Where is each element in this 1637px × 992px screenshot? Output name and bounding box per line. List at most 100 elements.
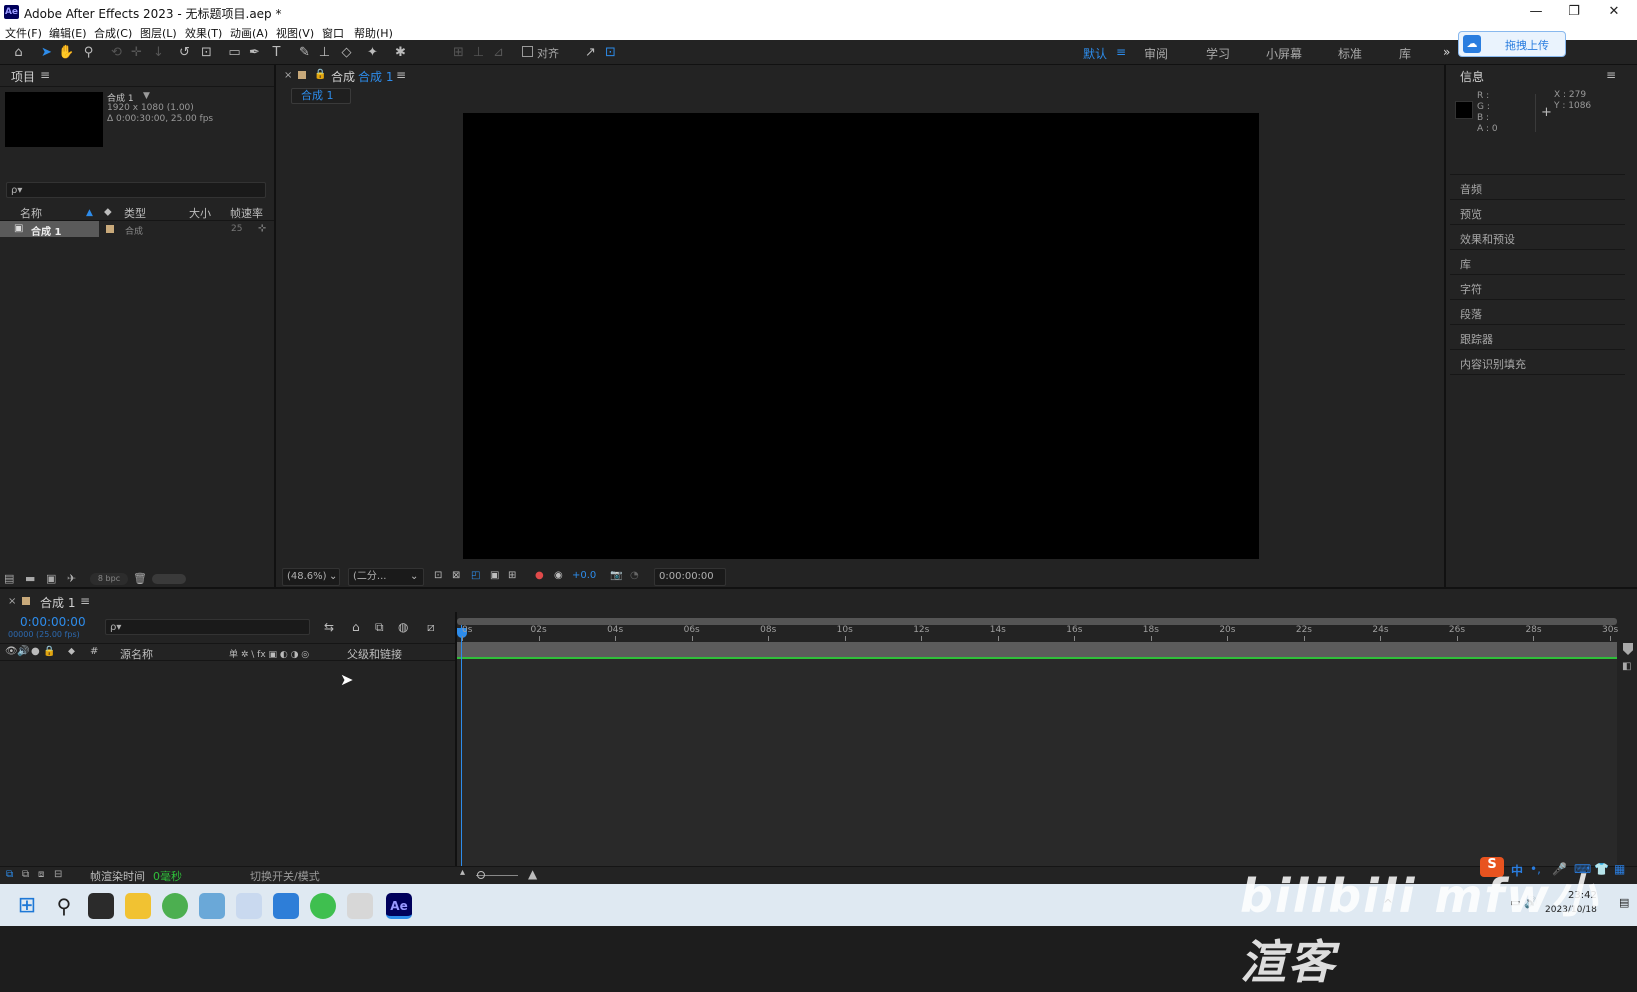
hand-tool-icon[interactable]: ✋ xyxy=(58,44,75,61)
comp-tab-prefix[interactable]: 合成 xyxy=(331,68,355,85)
region-of-interest-icon[interactable]: ▣ xyxy=(490,570,499,581)
interpret-footage-icon[interactable]: ▤ xyxy=(4,572,14,585)
color-management-icon[interactable]: ◉ xyxy=(554,570,563,581)
baidu-netdisk-icon[interactable] xyxy=(236,893,262,919)
transfer-controls-icon[interactable]: ⧉ xyxy=(22,869,29,880)
workspace-menu-icon[interactable]: ≡ xyxy=(1116,45,1126,59)
render-time-icon[interactable]: ⊟ xyxy=(54,869,62,880)
menu-effect[interactable]: 效果(T) xyxy=(185,25,222,41)
workspace-default[interactable]: 默认 xyxy=(1083,45,1107,62)
new-folder-icon[interactable]: ▬ xyxy=(25,572,35,585)
home-icon[interactable]: ⌂ xyxy=(10,44,27,61)
workspace-review[interactable]: 审阅 xyxy=(1144,45,1168,62)
snap-target-icon[interactable]: ⊡ xyxy=(602,44,619,61)
source-name-column[interactable]: 源名称 xyxy=(120,646,153,662)
roto-brush-icon[interactable]: ✦ xyxy=(364,44,381,61)
view-axis-icon[interactable]: ⊿ xyxy=(490,44,507,61)
maximize-icon[interactable]: ❐ xyxy=(1562,3,1586,21)
menu-view[interactable]: 视图(V) xyxy=(276,25,314,41)
motion-blur-icon[interactable]: ◍ xyxy=(398,620,408,634)
panel-effects-presets[interactable]: 效果和预设 xyxy=(1450,225,1625,250)
comp-panel-menu-icon[interactable]: ≡ xyxy=(396,68,406,82)
close-tab-icon[interactable]: × xyxy=(8,596,16,607)
menu-file[interactable]: 文件(F) xyxy=(5,25,42,41)
selection-tool-icon[interactable]: ➤ xyxy=(38,44,55,61)
minimize-icon[interactable]: — xyxy=(1524,3,1548,21)
project-panel-menu-icon[interactable]: ≡ xyxy=(40,68,50,82)
workspace-standard[interactable]: 标准 xyxy=(1338,45,1362,62)
lock-icon[interactable]: 🔒 xyxy=(314,69,326,80)
workspace-small-screen[interactable]: 小屏幕 xyxy=(1266,45,1302,62)
workspace-more-icon[interactable]: » xyxy=(1443,45,1450,59)
info-panel-title[interactable]: 信息 xyxy=(1460,68,1484,85)
menu-animation[interactable]: 动画(A) xyxy=(230,25,268,41)
exposure-value[interactable]: +0.0 xyxy=(572,570,596,581)
file-explorer-icon[interactable] xyxy=(125,893,151,919)
wechat-icon[interactable] xyxy=(310,893,336,919)
timeline-tab-name[interactable]: 合成 1 xyxy=(40,594,75,611)
puppet-pin-icon[interactable]: ✱ xyxy=(392,44,409,61)
panel-audio[interactable]: 音频 xyxy=(1450,175,1625,200)
panel-character[interactable]: 字符 xyxy=(1450,275,1625,300)
label-color-swatch[interactable] xyxy=(106,225,114,233)
layer-switches-icon[interactable]: ⧉ xyxy=(6,869,13,880)
project-comp-dropdown-icon[interactable]: ▼ xyxy=(143,91,150,101)
project-panel-title[interactable]: 项目 xyxy=(11,68,35,85)
color-channels-icon[interactable]: ● xyxy=(535,570,544,581)
in-out-icon[interactable]: ⧈ xyxy=(38,869,44,880)
render-queue-icon[interactable]: ✈ xyxy=(67,572,76,585)
composition-viewer[interactable] xyxy=(463,113,1259,559)
timeline-panel-menu-icon[interactable]: ≡ xyxy=(80,594,90,608)
pan-camera-icon[interactable]: ✛ xyxy=(128,44,145,61)
type-tool-icon[interactable]: T xyxy=(268,44,285,61)
work-area-bar[interactable] xyxy=(457,618,1617,625)
draft-3d-icon[interactable]: ⌂ xyxy=(352,620,360,634)
zoom-out-icon[interactable]: ▴ xyxy=(460,867,465,878)
new-comp-icon[interactable]: ▣ xyxy=(46,572,56,585)
grid-guides-icon[interactable]: ⊞ xyxy=(508,570,516,581)
project-col-type[interactable]: 类型 xyxy=(124,205,146,221)
panel-tracker[interactable]: 跟踪器 xyxy=(1450,325,1625,350)
project-search-input[interactable]: ρ▾ xyxy=(6,182,266,198)
snap-options-icon[interactable]: ↗ xyxy=(582,44,599,61)
project-col-size[interactable]: 大小 xyxy=(189,205,211,221)
rectangle-tool-icon[interactable]: ▭ xyxy=(226,44,243,61)
project-col-name[interactable]: 名称 xyxy=(20,205,42,221)
snap-checkbox[interactable] xyxy=(522,46,533,57)
search-icon[interactable]: ⚲ xyxy=(51,893,77,919)
anchor-tool-icon[interactable]: ⊡ xyxy=(198,44,215,61)
project-col-fps[interactable]: 帧速率 xyxy=(230,205,263,221)
show-snapshot-icon[interactable]: ◔ xyxy=(630,570,639,581)
project-row[interactable]: ▣ 合成 1 合成 25 ⊹ xyxy=(0,221,274,238)
label-tag-icon[interactable]: ⬥ xyxy=(104,205,112,219)
solo-icon[interactable]: ● xyxy=(31,646,40,657)
parent-link-column[interactable]: 父级和链接 xyxy=(347,646,402,662)
timeline-search-input[interactable]: ρ▾ xyxy=(105,619,310,635)
mask-visibility-icon[interactable]: ◰ xyxy=(471,570,480,581)
time-zoom-handle[interactable] xyxy=(477,871,485,879)
close-tab-icon[interactable]: × xyxy=(284,70,292,81)
switches-column[interactable]: 单 ✲ \ fx ▣ ◐ ◑ ◎ xyxy=(229,647,309,660)
comp-current-time[interactable]: 0:00:00:00 xyxy=(654,568,726,586)
transparency-grid-icon[interactable]: ⊠ xyxy=(452,570,460,581)
flowchart-icon[interactable]: ⊹ xyxy=(258,223,266,234)
frame-blending-icon[interactable]: ⧉ xyxy=(375,620,384,635)
after-effects-taskbar-icon[interactable]: Ae xyxy=(386,893,412,919)
fast-previews-icon[interactable]: ⊡ xyxy=(434,570,442,581)
drag-upload-button[interactable]: ☁ 拖拽上传 xyxy=(1458,31,1566,57)
control-panel-icon[interactable] xyxy=(199,893,225,919)
comp-tab-name[interactable]: 合成 1 xyxy=(358,68,393,85)
timeline-current-time[interactable]: 0:00:00:00 xyxy=(20,615,86,629)
toggle-switches-modes[interactable]: 切换开关/模式 xyxy=(250,868,320,884)
pen-tool-icon[interactable]: ✒ xyxy=(246,44,263,61)
windows-start-icon[interactable]: ⊞ xyxy=(14,893,40,919)
menu-window[interactable]: 窗口 xyxy=(322,25,344,41)
rotate-tool-icon[interactable]: ↺ xyxy=(176,44,193,61)
clone-stamp-icon[interactable]: ⊥ xyxy=(316,44,333,61)
notepad-icon[interactable] xyxy=(347,893,373,919)
feishu-icon[interactable] xyxy=(273,893,299,919)
panel-preview[interactable]: 预览 xyxy=(1450,200,1625,225)
thumbnail-slider[interactable] xyxy=(152,574,186,584)
browser-icon[interactable] xyxy=(162,893,188,919)
world-axis-icon[interactable]: ⊥ xyxy=(470,44,487,61)
